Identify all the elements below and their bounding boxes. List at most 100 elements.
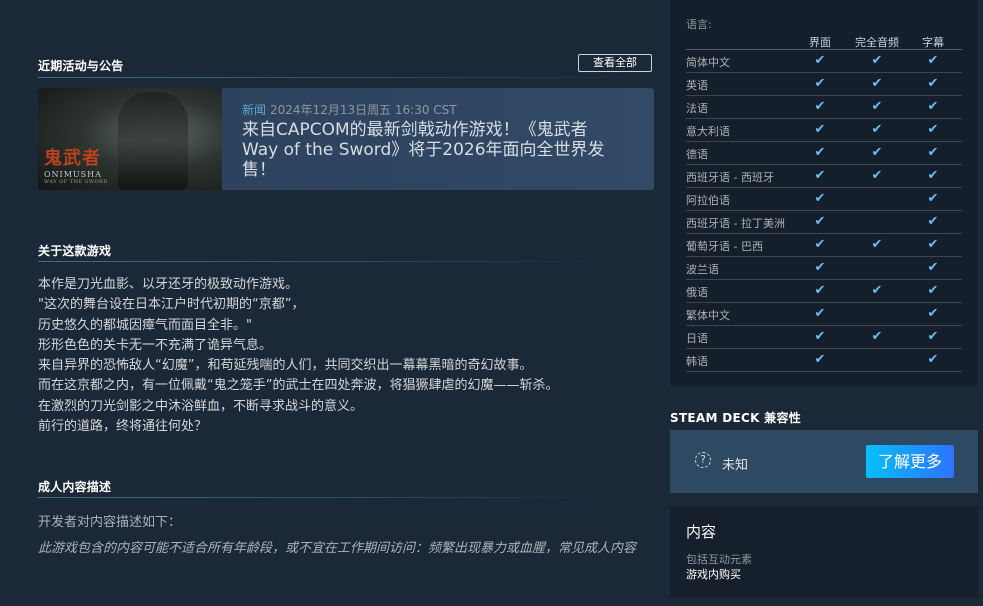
- language-name: 繁体中文: [686, 309, 730, 322]
- language-row: 德语 ✔ ✔ ✔: [686, 142, 962, 165]
- news-tag: 新闻: [242, 103, 267, 117]
- audio-check-icon: ✔: [871, 145, 883, 160]
- audio-check-icon: ✔: [871, 329, 883, 344]
- language-row: 俄语 ✔ ✔ ✔: [686, 280, 962, 303]
- news-date: 2024年12月13日周五 16:30 CST: [270, 103, 457, 117]
- interface-check-icon: ✔: [814, 352, 826, 367]
- language-label: 语言:: [686, 18, 712, 31]
- interface-check-icon: ✔: [814, 122, 826, 137]
- mature-intro: 开发者对内容描述如下：: [38, 515, 182, 530]
- interface-check-icon: ✔: [814, 260, 826, 275]
- column-interface: 界面: [809, 36, 831, 49]
- audio-check-icon: ✔: [871, 76, 883, 91]
- steam-deck-title: STEAM DECK 兼容性: [670, 411, 802, 425]
- content-interactive-elements: 包括互动元素: [686, 553, 752, 566]
- interface-check-icon: ✔: [814, 306, 826, 321]
- about-description: 本作是刀光血影、以牙还牙的极致动作游戏。 "这次的舞台设在日本江户时代初期的“京都…: [38, 275, 638, 437]
- game-logo: 鬼武者 ONIMUSHA WAY OF THE SWORD: [44, 148, 120, 186]
- language-row: 法语 ✔ ✔ ✔: [686, 96, 962, 119]
- warrior-figure: [118, 92, 188, 190]
- subtitles-check-icon: ✔: [927, 352, 939, 367]
- subtitles-check-icon: ✔: [927, 53, 939, 68]
- language-row: 简体中文 ✔ ✔ ✔: [686, 50, 962, 73]
- interface-check-icon: ✔: [814, 283, 826, 298]
- subtitles-check-icon: ✔: [927, 191, 939, 206]
- language-name: 意大利语: [686, 125, 730, 138]
- interface-check-icon: ✔: [814, 214, 826, 229]
- about-line: 形形色色的关卡无一不充满了诡异气息。: [38, 337, 273, 353]
- about-line: "这次的舞台设在日本江户时代初期的“京都”，: [38, 297, 305, 313]
- about-divider: [38, 261, 608, 262]
- language-name: 葡萄牙语 - 巴西: [686, 240, 763, 253]
- content-in-game-purchases: 游戏内购买: [686, 568, 741, 581]
- news-card[interactable]: 鬼武者 ONIMUSHA WAY OF THE SWORD 新闻 2024年12月…: [38, 88, 654, 190]
- audio-check-icon: ✔: [871, 53, 883, 68]
- subtitles-check-icon: ✔: [927, 99, 939, 114]
- main-column: 近期活动与公告 查看全部 鬼武者 ONIMUSHA WAY OF THE SWO…: [0, 0, 660, 606]
- about-line: 来自异界的恐怖敌人“幻魔”，和苟延残喘的人们，共同交织出一幕幕黑暗的奇幻故事。: [38, 358, 533, 374]
- about-line: 历史悠久的都城因瘴气而面目全非。": [38, 317, 252, 333]
- about-line: 本作是刀光血影、以牙还牙的极致动作游戏。: [38, 277, 299, 292]
- language-name: 简体中文: [686, 56, 730, 69]
- language-name: 西班牙语 - 拉丁美洲: [686, 217, 785, 230]
- news-headline[interactable]: 来自CAPCOM的最新剑戟动作游戏！《鬼武者 Way of the Sword》…: [242, 120, 622, 180]
- language-row: 繁体中文 ✔ ✔: [686, 303, 962, 326]
- language-row: 日语 ✔ ✔ ✔: [686, 326, 962, 349]
- events-divider: [38, 77, 654, 78]
- interface-check-icon: ✔: [814, 329, 826, 344]
- audio-check-icon: ✔: [871, 237, 883, 252]
- learn-more-button[interactable]: 了解更多: [866, 445, 954, 478]
- subtitles-check-icon: ✔: [927, 260, 939, 275]
- about-line: 而在这京都之内，有一位佩戴“鬼之笼手”的武士在四处奔波，将猖獗肆虐的幻魔——斩杀…: [38, 378, 559, 394]
- language-name: 法语: [686, 102, 708, 115]
- mature-section-title: 成人内容描述: [38, 480, 112, 494]
- interface-check-icon: ✔: [814, 168, 826, 183]
- column-full-audio: 完全音频: [855, 36, 899, 49]
- question-circle-icon: ?: [695, 452, 711, 468]
- interface-check-icon: ✔: [814, 145, 826, 160]
- language-name: 西班牙语 - 西班牙: [686, 171, 774, 184]
- language-name: 俄语: [686, 286, 708, 299]
- audio-check-icon: ✔: [871, 283, 883, 298]
- language-row: 西班牙语 - 西班牙 ✔ ✔ ✔: [686, 165, 962, 188]
- subtitles-check-icon: ✔: [927, 306, 939, 321]
- subtitles-check-icon: ✔: [927, 122, 939, 137]
- subtitles-check-icon: ✔: [927, 283, 939, 298]
- column-subtitles: 字幕: [922, 36, 944, 49]
- logo-kanji: 鬼武者: [44, 148, 101, 169]
- mature-description: 此游戏包含的内容可能不适合所有年龄段，或不宜在工作期间访问：频繁出现暴力或血腥，…: [38, 541, 637, 556]
- language-name: 德语: [686, 148, 708, 161]
- news-meta: 新闻 2024年12月13日周五 16:30 CST: [242, 101, 457, 118]
- logo-latin: ONIMUSHA: [44, 170, 102, 179]
- interface-check-icon: ✔: [814, 191, 826, 206]
- steam-deck-box: ? 未知 了解更多: [670, 430, 978, 493]
- content-panel: 内容 包括互动元素 游戏内购买: [670, 506, 978, 598]
- interface-check-icon: ✔: [814, 53, 826, 68]
- language-row: 英语 ✔ ✔ ✔: [686, 73, 962, 96]
- subtitles-check-icon: ✔: [927, 329, 939, 344]
- language-table-header: 界面 完全音频 字幕: [686, 34, 962, 50]
- interface-check-icon: ✔: [814, 237, 826, 252]
- view-all-button[interactable]: 查看全部: [578, 54, 652, 72]
- mature-divider: [38, 497, 608, 498]
- language-row: 韩语 ✔ ✔: [686, 349, 962, 372]
- language-panel: 语言: 界面 完全音频 字幕 简体中文 ✔ ✔ ✔ 英语 ✔ ✔ ✔ 法语 ✔ ✔ ✔ 意大利语 ✔ ✔ ✔ 德…: [670, 0, 977, 386]
- content-title: 内容: [686, 523, 717, 541]
- subtitles-check-icon: ✔: [927, 237, 939, 252]
- subtitles-check-icon: ✔: [927, 168, 939, 183]
- about-section-title: 关于这款游戏: [38, 244, 112, 258]
- language-row: 阿拉伯语 ✔ ✔: [686, 188, 962, 211]
- news-thumbnail[interactable]: 鬼武者 ONIMUSHA WAY OF THE SWORD: [38, 88, 222, 190]
- audio-check-icon: ✔: [871, 122, 883, 137]
- language-name: 阿拉伯语: [686, 194, 730, 207]
- interface-check-icon: ✔: [814, 76, 826, 91]
- events-section-title: 近期活动与公告: [38, 59, 124, 73]
- language-name: 波兰语: [686, 263, 719, 276]
- language-row: 意大利语 ✔ ✔ ✔: [686, 119, 962, 142]
- language-name: 韩语: [686, 355, 708, 368]
- language-row: 葡萄牙语 - 巴西 ✔ ✔ ✔: [686, 234, 962, 257]
- language-row: 波兰语 ✔ ✔: [686, 257, 962, 280]
- language-row: 西班牙语 - 拉丁美洲 ✔ ✔: [686, 211, 962, 234]
- about-line: 前行的道路，终将通往何处？: [38, 419, 208, 435]
- interface-check-icon: ✔: [814, 99, 826, 114]
